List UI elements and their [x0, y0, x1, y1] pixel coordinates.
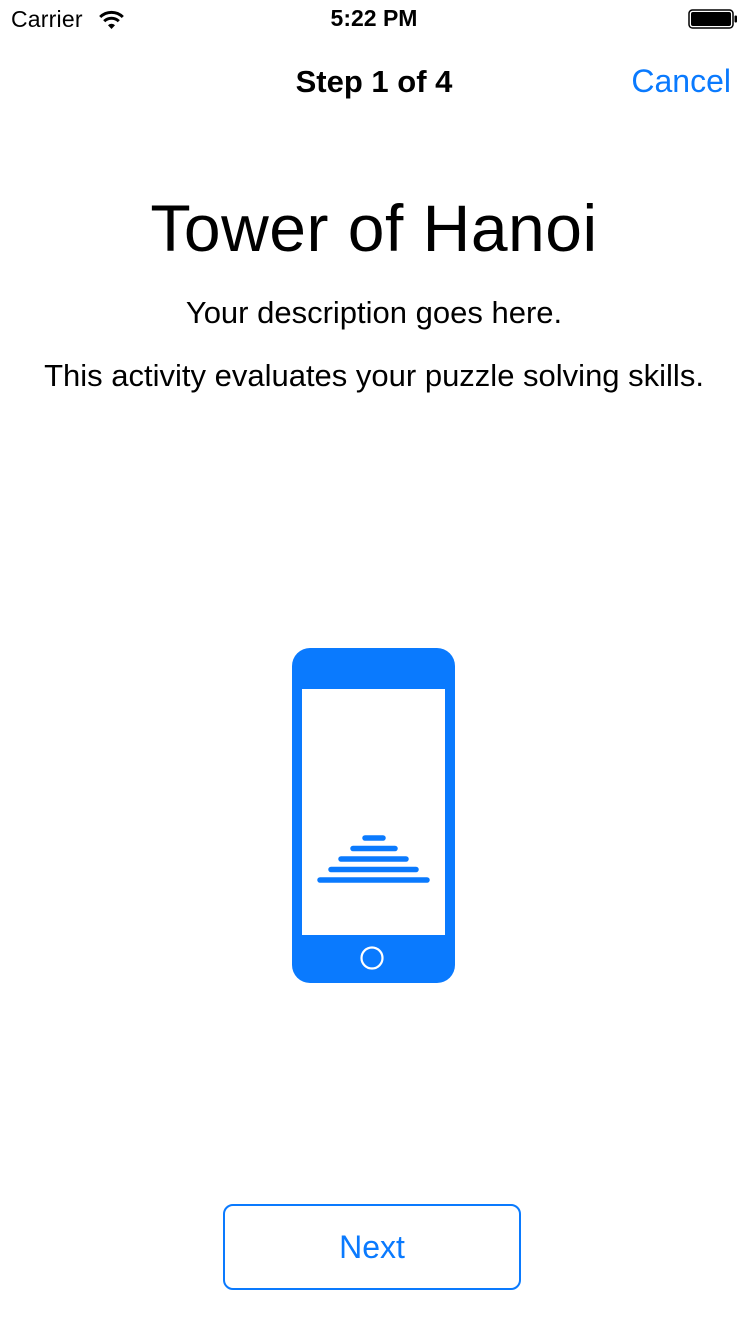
status-time: 5:22 PM: [330, 5, 418, 31]
next-button[interactable]: Next: [223, 1204, 521, 1290]
cancel-button[interactable]: Cancel: [631, 63, 731, 100]
phone-hanoi-illustration-icon: [292, 648, 455, 983]
status-bar: Carrier 5:22 PM: [0, 0, 748, 40]
description-text: Your description goes here.: [185, 295, 563, 330]
battery-icon: [688, 9, 737, 29]
detail-text: This activity evaluates your puzzle solv…: [44, 358, 704, 393]
page-title: Tower of Hanoi: [150, 191, 598, 265]
